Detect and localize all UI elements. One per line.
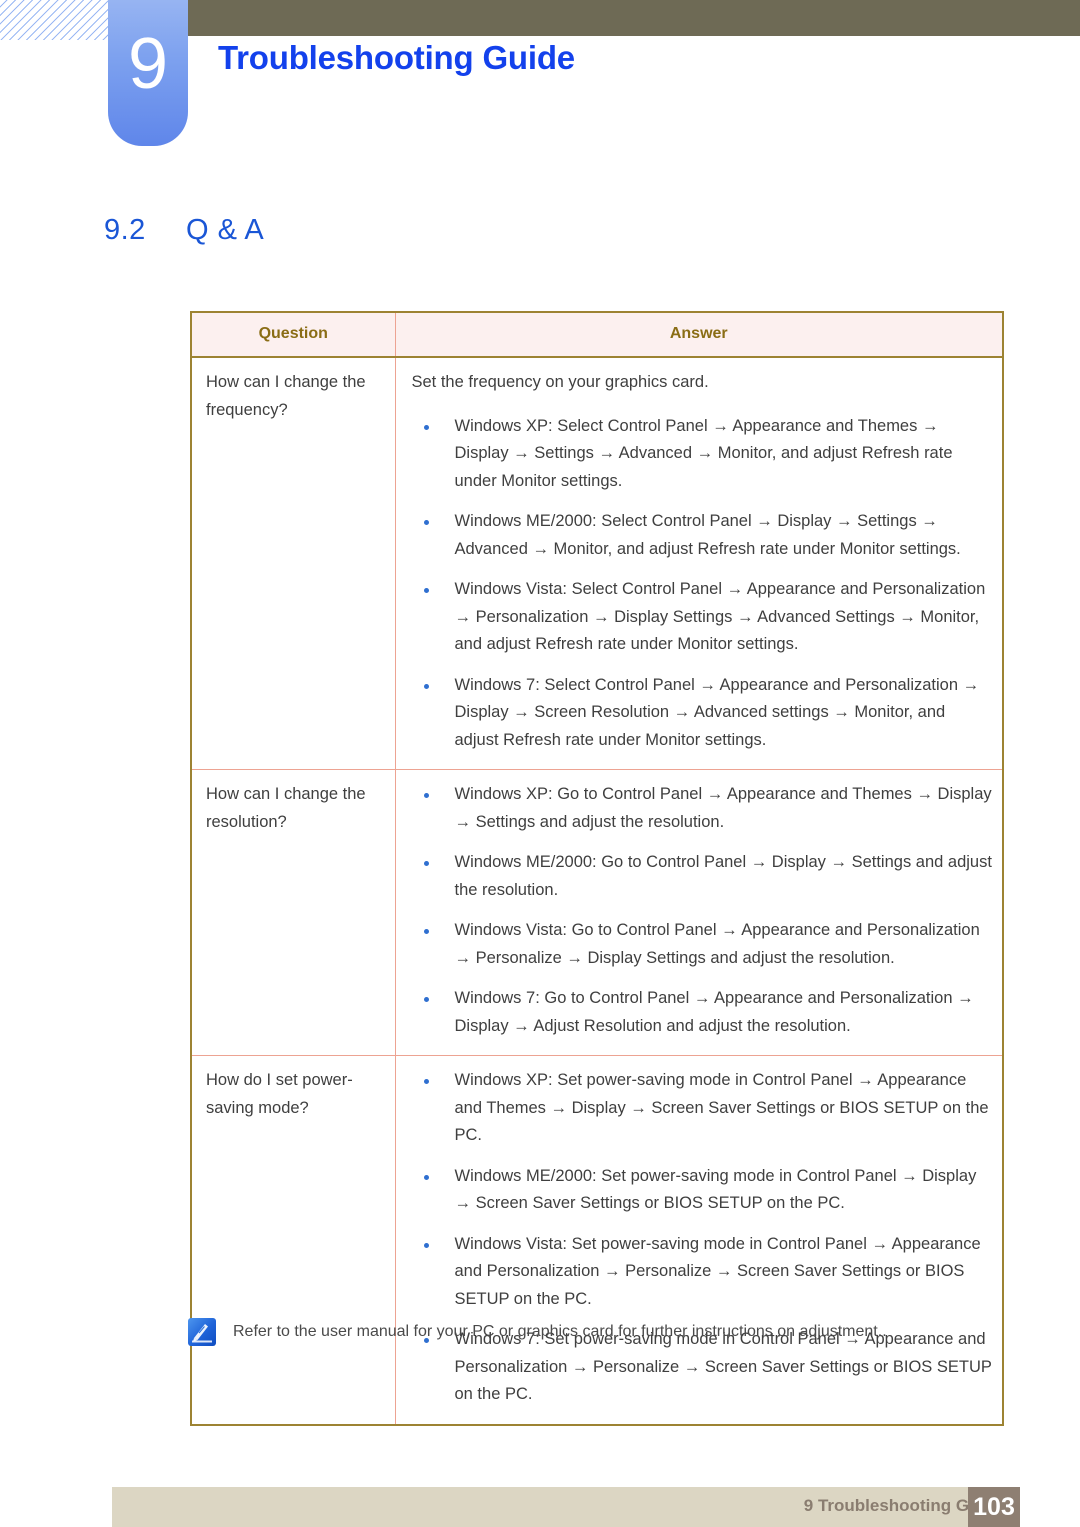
answer-bullet-list: Windows XP: Set power-saving mode in Con…: [412, 1067, 993, 1409]
section-heading: 9.2 Q & A: [104, 214, 264, 247]
question-cell: How can I change the frequency?: [191, 357, 396, 770]
list-item: Windows XP: Set power-saving mode in Con…: [412, 1067, 993, 1150]
page-number-badge: 103: [968, 1487, 1020, 1527]
note-pen-icon: [188, 1318, 216, 1346]
chapter-title: Troubleshooting Guide: [218, 39, 575, 76]
table-body: How can I change the frequency? Set the …: [191, 357, 1003, 1425]
list-item: Windows 7: Select Control Panel → Appear…: [412, 672, 993, 755]
section-number: 9.2: [104, 214, 146, 246]
list-item: Windows Vista: Select Control Panel → Ap…: [412, 576, 993, 659]
list-item: Windows ME/2000: Go to Control Panel → D…: [412, 849, 993, 904]
decorative-hatch-pattern: [0, 0, 112, 40]
list-item: Windows Vista: Go to Control Panel → App…: [412, 917, 993, 972]
table-row: How can I change the frequency? Set the …: [191, 357, 1003, 770]
answer-bullet-list: Windows XP: Select Control Panel → Appea…: [412, 413, 993, 755]
note-block: Refer to the user manual for your PC or …: [188, 1318, 1008, 1346]
answer-cell: Set the frequency on your graphics card.…: [395, 357, 1003, 770]
question-cell: How do I set power-saving mode?: [191, 1055, 396, 1425]
table-row: How do I set power-saving mode? Windows …: [191, 1055, 1003, 1425]
answer-cell: Windows XP: Go to Control Panel → Appear…: [395, 769, 1003, 1056]
list-item: Windows ME/2000: Select Control Panel → …: [412, 508, 993, 563]
column-header-answer: Answer: [395, 312, 1003, 358]
qa-table: Question Answer How can I change the fre…: [190, 311, 1004, 1426]
column-header-question: Question: [191, 312, 396, 358]
chapter-number-tab: 9: [108, 0, 188, 146]
question-cell: How can I change the resolution?: [191, 769, 396, 1056]
answer-cell: Windows XP: Set power-saving mode in Con…: [395, 1055, 1003, 1425]
list-item: Windows Vista: Set power-saving mode in …: [412, 1231, 993, 1314]
list-item: Windows XP: Select Control Panel → Appea…: [412, 413, 993, 496]
note-text: Refer to the user manual for your PC or …: [233, 1323, 887, 1340]
table-header-row: Question Answer: [191, 312, 1003, 358]
table-row: How can I change the resolution? Windows…: [191, 769, 1003, 1056]
header-olive-bar: [188, 0, 1080, 36]
list-item: Windows XP: Go to Control Panel → Appear…: [412, 781, 993, 836]
list-item: Windows 7: Go to Control Panel → Appeara…: [412, 985, 993, 1040]
answer-bullet-list: Windows XP: Go to Control Panel → Appear…: [412, 781, 993, 1040]
answer-intro: Set the frequency on your graphics card.: [411, 373, 709, 391]
section-title: Q & A: [186, 214, 265, 246]
list-item: Windows ME/2000: Set power-saving mode i…: [412, 1163, 993, 1218]
